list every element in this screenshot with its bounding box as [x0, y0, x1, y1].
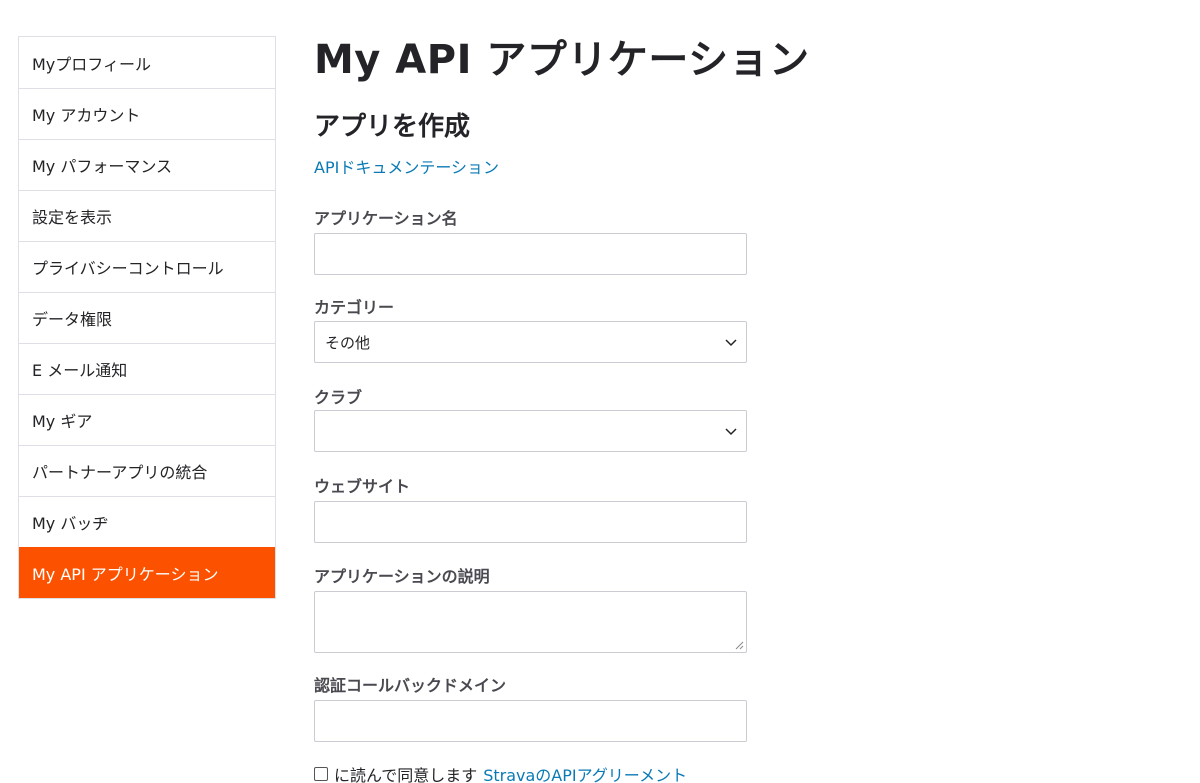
agreement-checkbox[interactable] [314, 767, 328, 781]
sidebar-item-email-notifications[interactable]: E メール通知 [19, 343, 275, 394]
agreement-row: に読んで同意します StravaのAPIアグリーメント [314, 762, 687, 783]
main-content: My API アプリケーション アプリを作成 APIドキュメンテーション アプリ… [314, 30, 914, 783]
callback-domain-label: 認証コールバックドメイン [314, 676, 507, 695]
sidebar-item-privacy-controls[interactable]: プライバシーコントロール [19, 241, 275, 292]
app-name-label: アプリケーション名 [314, 209, 458, 228]
category-selected-value: その他 [325, 333, 371, 352]
agreement-text: に読んで同意します [334, 766, 478, 783]
club-label: クラブ [314, 388, 363, 407]
page: Myプロフィール My アカウント My パフォーマンス 設定を表示 プライバシ… [0, 0, 1200, 783]
website-label: ウェブサイト [314, 477, 411, 496]
club-select[interactable] [314, 410, 747, 452]
app-name-input[interactable] [314, 233, 747, 275]
category-select[interactable]: その他 [314, 321, 747, 363]
sidebar-item-partner-integrations[interactable]: パートナーアプリの統合 [19, 445, 275, 496]
resize-handle-icon[interactable] [734, 640, 744, 650]
settings-sidebar: Myプロフィール My アカウント My パフォーマンス 設定を表示 プライバシ… [18, 36, 276, 599]
sidebar-item-badges[interactable]: My バッヂ [19, 496, 275, 547]
description-label: アプリケーションの説明 [314, 567, 490, 586]
api-documentation-link[interactable]: APIドキュメンテーション [314, 154, 499, 178]
sidebar-item-data-permissions[interactable]: データ権限 [19, 292, 275, 343]
chevron-down-icon [725, 428, 737, 436]
chevron-down-icon [725, 339, 737, 347]
api-agreement-link[interactable]: StravaのAPIアグリーメント [483, 762, 687, 783]
sidebar-item-display-preferences[interactable]: 設定を表示 [19, 190, 275, 241]
description-textarea[interactable] [314, 591, 747, 653]
category-label: カテゴリー [314, 298, 395, 317]
page-title: My API アプリケーション [314, 37, 810, 83]
callback-domain-input[interactable] [314, 700, 747, 742]
sidebar-item-api-applications[interactable]: My API アプリケーション [19, 547, 275, 598]
sidebar-item-profile[interactable]: Myプロフィール [19, 37, 275, 88]
section-title: アプリを作成 [314, 112, 471, 142]
sidebar-item-account[interactable]: My アカウント [19, 88, 275, 139]
sidebar-item-performance[interactable]: My パフォーマンス [19, 139, 275, 190]
website-input[interactable] [314, 501, 747, 543]
sidebar-item-gear[interactable]: My ギア [19, 394, 275, 445]
